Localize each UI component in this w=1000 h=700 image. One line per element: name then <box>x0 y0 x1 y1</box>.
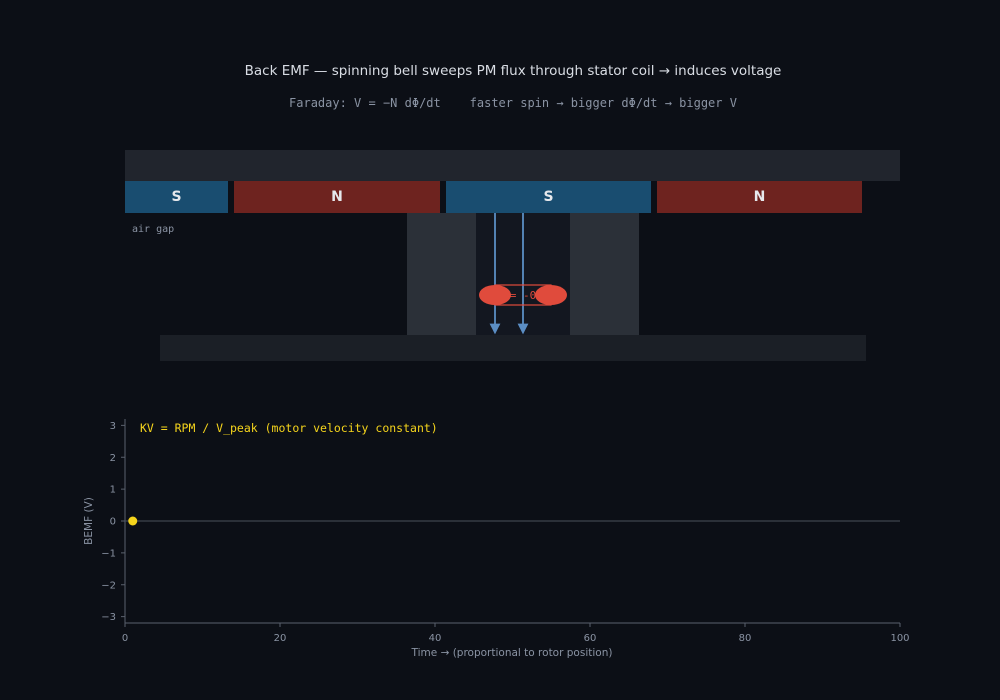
y-tick-label: −1 <box>101 548 116 559</box>
y-tick-label: 1 <box>110 485 116 496</box>
y-tick-label: −2 <box>101 580 116 591</box>
y-tick-label: 0 <box>110 517 116 528</box>
chart-annotation: KV = RPM / V_peak (motor velocity consta… <box>140 421 438 435</box>
y-tick-label: 3 <box>110 421 116 432</box>
x-tick-label: 60 <box>584 633 597 644</box>
x-tick-label: 20 <box>274 633 287 644</box>
bemf-data-point <box>128 516 138 526</box>
bemf-chart: KV = RPM / V_peak (motor velocity consta… <box>83 419 910 659</box>
x-tick-label: 80 <box>739 633 752 644</box>
x-axis-label: Time → (proportional to rotor position) <box>411 647 613 659</box>
y-tick-label: −3 <box>101 612 116 623</box>
x-tick-label: 40 <box>429 633 442 644</box>
y-axis-label: BEMF (V) <box>83 497 95 545</box>
x-tick-label: 100 <box>890 633 909 644</box>
y-tick-label: 2 <box>110 453 116 464</box>
x-tick-label: 0 <box>122 633 128 644</box>
